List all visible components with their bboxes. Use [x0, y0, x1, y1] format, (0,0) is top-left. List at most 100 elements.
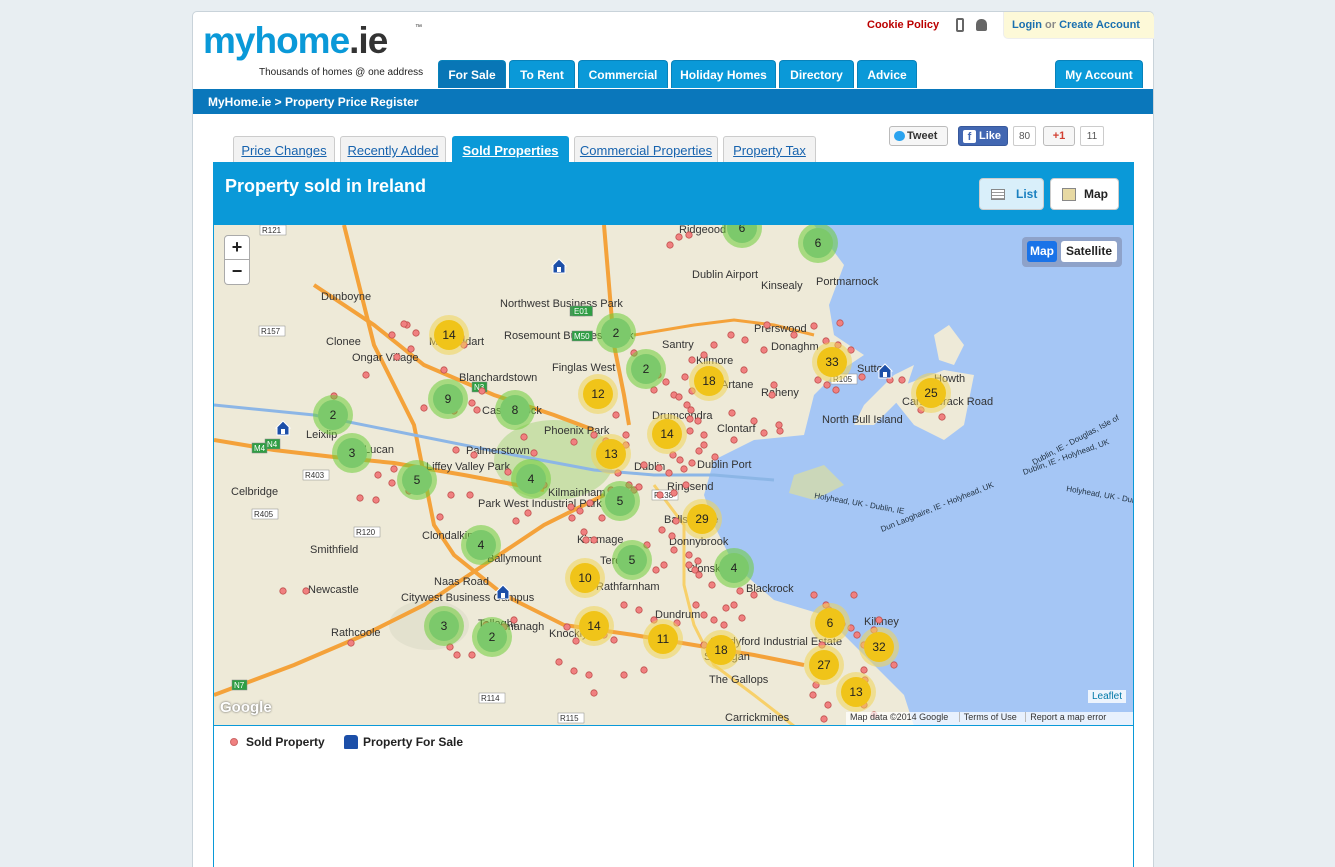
sold-property-dot	[658, 526, 666, 534]
sold-property-dot	[400, 320, 408, 328]
login-link[interactable]: Login	[1012, 19, 1042, 31]
logo-trademark: ™	[415, 24, 422, 31]
nav-tab-holiday-homes[interactable]: Holiday Homes	[671, 60, 776, 88]
sold-property-dot	[720, 621, 728, 629]
cluster-count: 14	[660, 427, 674, 441]
nav-tab-my-account[interactable]: My Account	[1055, 60, 1143, 88]
subtab-sold-properties[interactable]: Sold Properties	[452, 136, 569, 163]
terms-of-use-link[interactable]: Terms of Use	[958, 712, 1017, 722]
sold-property-dot	[612, 411, 620, 419]
sold-property-dot	[670, 546, 678, 554]
place-label: Finglas West	[552, 362, 615, 374]
sold-property-dot	[776, 427, 784, 435]
sold-property-dot	[567, 503, 575, 511]
sold-property-dot	[635, 606, 643, 614]
list-view-button[interactable]: List	[979, 178, 1044, 210]
sold-property-dot	[510, 616, 518, 624]
cluster-count: 9	[445, 392, 452, 406]
nav-tab-for-sale[interactable]: For Sale	[438, 60, 506, 88]
sold-property-dot	[730, 601, 738, 609]
place-label: Northwest Business Park	[500, 298, 623, 310]
sold-property-dot	[468, 651, 476, 659]
subtab-recently-added[interactable]: Recently Added	[340, 136, 446, 163]
sold-property-dot	[452, 446, 460, 454]
sold-property-dot	[809, 691, 817, 699]
cluster-count: 33	[825, 355, 839, 369]
logo-main: myhome	[203, 20, 350, 61]
map-view-button[interactable]: Map	[1050, 178, 1119, 210]
place-label: The Gallops	[709, 674, 769, 686]
tweet-button[interactable]: Tweet	[889, 126, 948, 146]
place-label: Donaghm	[771, 341, 819, 353]
map-canvas[interactable]: RidgeoodDublin AirportKinsealy Portmarnoc…	[214, 225, 1133, 726]
place-label: Santry	[662, 339, 694, 351]
sold-property-dot	[790, 331, 798, 339]
sold-property-dot	[640, 461, 648, 469]
place-label: Park West Industrial Park	[478, 498, 602, 510]
sold-property-dot	[453, 651, 461, 659]
nav-tab-directory[interactable]: Directory	[779, 60, 854, 88]
subtab-commercial-properties[interactable]: Commercial Properties	[574, 136, 718, 163]
sold-property-dot	[687, 406, 695, 414]
place-label: Dublin Port	[697, 459, 751, 471]
place-label: Naas Road	[434, 576, 489, 588]
sold-property-dot	[655, 464, 663, 472]
sold-property-dot	[741, 336, 749, 344]
property-map[interactable]: Ridgeood Dublin Airport Kinsealy Portmarnoc…	[214, 225, 1133, 726]
sold-property-dot	[688, 356, 696, 364]
sold-property-dot	[685, 231, 693, 239]
nav-tab-to-rent[interactable]: To Rent	[509, 60, 575, 88]
logo-tagline: Thousands of homes @ one address	[259, 67, 424, 78]
mobile-phone-icon[interactable]	[956, 18, 964, 32]
nav-tab-advice[interactable]: Advice	[857, 60, 917, 88]
place-label: M50	[574, 332, 590, 341]
create-account-link[interactable]: Create Account	[1059, 19, 1140, 31]
sold-property-dot	[700, 441, 708, 449]
android-icon[interactable]	[976, 19, 987, 31]
legend-sold-label: Sold Property	[246, 735, 325, 749]
sold-property-dot	[668, 532, 676, 540]
google-plus-button[interactable]: +1	[1043, 126, 1075, 146]
sold-property-dot	[823, 381, 831, 389]
sold-property-dot	[436, 513, 444, 521]
logo-tld: .ie	[349, 20, 388, 61]
sold-property-dot	[279, 587, 287, 595]
map-type-map[interactable]: Map	[1027, 241, 1057, 262]
sold-property-dot	[680, 465, 688, 473]
leaflet-attribution[interactable]: Leaflet	[1088, 690, 1127, 703]
sold-property-dot	[858, 373, 866, 381]
sold-property-dot	[810, 591, 818, 599]
sold-property-dot	[478, 387, 486, 395]
sold-property-dot	[682, 481, 690, 489]
sold-property-dot	[440, 366, 448, 374]
sold-property-dot	[470, 451, 478, 459]
place-label: Raheny	[761, 387, 799, 399]
sold-property-dot	[412, 329, 420, 337]
cookie-policy-link[interactable]: Cookie Policy	[867, 19, 939, 31]
report-map-error-link[interactable]: Report a map error	[1025, 712, 1107, 722]
sold-property-dot	[875, 616, 883, 624]
zoom-out-button[interactable]: −	[224, 260, 250, 285]
map-type-satellite[interactable]: Satellite	[1061, 241, 1117, 262]
cluster-count: 11	[657, 632, 670, 646]
breadcrumb: MyHome.ie > Property Price Register	[193, 89, 1153, 114]
sold-property-dot	[372, 496, 380, 504]
zoom-in-button[interactable]: +	[224, 235, 250, 260]
facebook-like-button[interactable]: f Like	[958, 126, 1008, 146]
sold-property-dot	[763, 321, 771, 329]
sold-property-dot	[850, 591, 858, 599]
cluster-count: 6	[827, 616, 834, 630]
sold-properties-panel: Property sold in Ireland List Map Ridgeo…	[213, 162, 1134, 867]
gplus-label: +1	[1052, 130, 1066, 142]
sold-property-dot	[688, 459, 696, 467]
myhome-logo[interactable]: myhome.ie ™ Thousands of homes @ one add…	[203, 20, 423, 82]
place-label: R121	[262, 226, 282, 235]
subtab-property-tax[interactable]: Property Tax	[723, 136, 816, 163]
nav-tab-commercial[interactable]: Commercial	[578, 60, 668, 88]
sold-property-dot	[890, 661, 898, 669]
subtab-price-changes[interactable]: Price Changes	[233, 136, 335, 163]
sold-property-dot	[362, 371, 370, 379]
sold-property-dot	[666, 241, 674, 249]
sold-property-dot	[727, 331, 735, 339]
sold-property-dot	[694, 557, 702, 565]
